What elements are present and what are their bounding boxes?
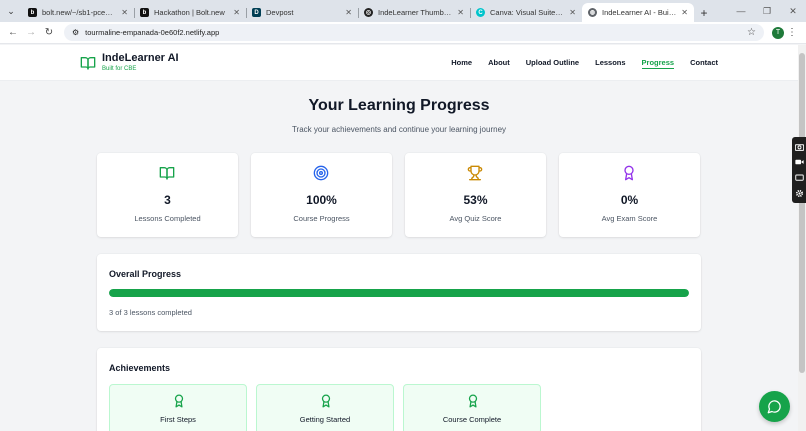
ideogram-favicon-icon: ◎ [364,8,373,17]
extension-sidebar [792,137,806,203]
video-camera-icon[interactable] [794,158,804,166]
tab-search-chevron-icon[interactable]: ⌄ [0,0,22,22]
stat-card-exam-score: 0% Avg Exam Score [559,153,700,237]
award-icon [321,394,331,408]
achievement-course-complete: Course Complete [403,384,541,431]
browser-tab-active[interactable]: ◍ IndeLearner AI - Built for C ✕ [582,3,694,22]
close-window-icon[interactable]: ✕ [780,0,806,22]
main-nav: Home About Upload Outline Lessons Progre… [451,58,718,69]
reload-icon[interactable]: ↻ [40,24,58,42]
target-icon [313,165,329,181]
award-icon [174,394,184,408]
stat-value: 3 [164,193,171,207]
window-controls: — ❐ ✕ [728,0,806,22]
canva-favicon-icon: C [476,8,485,17]
bookmark-star-icon[interactable]: ☆ [747,27,756,38]
stat-card-course-progress: 100% Course Progress [251,153,392,237]
browser-toolbar: ← → ↻ ⚙ tourmaline-empanada-0e60f2.netli… [0,22,806,44]
forward-arrow-icon[interactable]: → [22,24,40,42]
nav-about[interactable]: About [488,58,510,69]
close-tab-icon[interactable]: ✕ [681,8,688,17]
achievements-card: Achievements First Steps Getting Started… [97,348,701,431]
devpost-favicon-icon: D [252,8,261,17]
browser-menu-icon[interactable]: ⋮ [784,27,800,38]
nav-home[interactable]: Home [451,58,472,69]
page-subtitle: Track your achievements and continue you… [291,125,507,134]
book-open-icon [159,167,175,180]
address-bar[interactable]: ⚙ tourmaline-empanada-0e60f2.netlify.app… [64,24,764,41]
stat-label: Course Progress [293,214,350,223]
achievement-label: Getting Started [299,415,351,424]
nav-progress[interactable]: Progress [641,58,675,69]
gear-icon[interactable] [795,189,804,197]
stat-label: Lessons Completed [134,214,201,223]
stat-card-quiz-score: 53% Avg Quiz Score [405,153,546,237]
site-info-icon[interactable]: ⚙ [72,28,79,37]
message-circle-icon [767,400,781,414]
brand-name: IndeLearner AI [102,52,179,64]
minimize-icon[interactable]: — [728,0,754,22]
profile-avatar[interactable]: T [772,26,784,39]
close-tab-icon[interactable]: ✕ [569,8,576,17]
stat-value: 100% [306,193,337,207]
overall-progress-text: 3 of 3 lessons completed [109,308,192,317]
stat-value: 0% [620,193,639,207]
chat-button[interactable] [759,391,790,422]
achievement-first-steps: First Steps [109,384,247,431]
trophy-icon [467,165,483,181]
scrollbar-thumb[interactable] [799,53,805,373]
camera-icon[interactable] [794,143,804,151]
bolt-favicon-icon: b [28,8,37,17]
overall-progress-bar [109,289,689,297]
book-open-icon [80,56,96,70]
nav-upload-outline[interactable]: Upload Outline [526,58,579,69]
browser-tab-strip: ⌄ b bolt.new/~/sb1-pcew3bwq ✕ b Hackatho… [0,0,806,22]
stat-value: 53% [463,193,488,207]
screen-icon[interactable] [794,174,804,182]
achievement-label: First Steps [160,415,196,424]
bolt-favicon-icon: b [140,8,149,17]
new-tab-button[interactable]: + [694,3,714,22]
award-icon [468,394,478,408]
overall-progress-card: Overall Progress 3 of 3 lessons complete… [97,254,701,331]
url-text: tourmaline-empanada-0e60f2.netlify.app [85,28,220,37]
back-arrow-icon[interactable]: ← [4,24,22,42]
close-tab-icon[interactable]: ✕ [121,8,128,17]
achievements-title: Achievements [109,363,171,373]
brand-tagline: Built for CBE [102,66,137,72]
close-tab-icon[interactable]: ✕ [345,8,352,17]
site-header: IndeLearner AI Built for CBE Home About … [0,45,798,81]
browser-tab[interactable]: C Canva: Visual Suite for Ever ✕ [470,3,582,22]
browser-tab[interactable]: b bolt.new/~/sb1-pcew3bwq ✕ [22,3,134,22]
stat-card-lessons: 3 Lessons Completed [97,153,238,237]
close-tab-icon[interactable]: ✕ [457,8,464,17]
stat-label: Avg Quiz Score [449,214,502,223]
nav-lessons[interactable]: Lessons [595,58,625,69]
nav-contact[interactable]: Contact [690,58,718,69]
overall-progress-fill [109,289,689,297]
browser-tab[interactable]: D Devpost ✕ [246,3,358,22]
close-tab-icon[interactable]: ✕ [233,8,240,17]
page-title: Your Learning Progress [308,97,490,114]
overall-progress-title: Overall Progress [109,269,182,279]
page-scrollbar[interactable] [798,45,806,431]
award-icon [624,165,634,181]
browser-tab[interactable]: b Hackathon | Bolt.new ✕ [134,3,246,22]
browser-tab[interactable]: ◎ IndeLearner Thumbnail Des ✕ [358,3,470,22]
stat-label: Avg Exam Score [601,214,658,223]
restore-icon[interactable]: ❐ [754,0,780,22]
achievement-label: Course Complete [442,415,502,424]
brand-logo[interactable]: IndeLearner AI Built for CBE [80,53,179,72]
globe-favicon-icon: ◍ [588,8,597,17]
progress-page: Your Learning Progress Track your achiev… [0,82,798,431]
achievement-getting-started: Getting Started [256,384,394,431]
